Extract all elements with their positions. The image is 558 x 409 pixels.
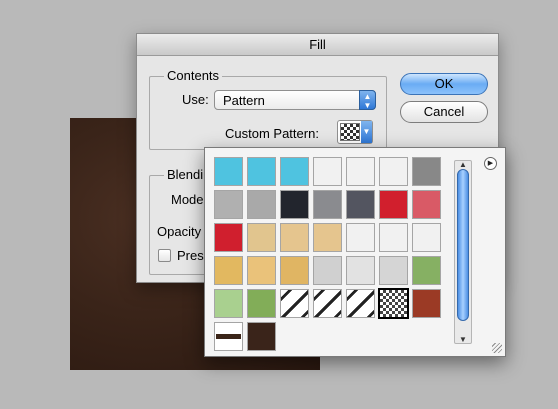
pattern-swatch[interactable] xyxy=(247,190,276,219)
pattern-swatch[interactable] xyxy=(247,322,276,351)
pattern-swatch[interactable] xyxy=(412,256,441,285)
pattern-swatch[interactable] xyxy=(346,256,375,285)
scroll-up-icon[interactable]: ▲ xyxy=(459,160,467,169)
pattern-swatch[interactable] xyxy=(247,157,276,186)
pattern-swatch[interactable] xyxy=(214,289,243,318)
pattern-preview xyxy=(340,123,360,141)
pattern-swatch[interactable] xyxy=(412,289,441,318)
pattern-swatch[interactable] xyxy=(313,256,342,285)
pattern-swatch[interactable] xyxy=(214,256,243,285)
pattern-swatch[interactable] xyxy=(313,190,342,219)
resize-grip-icon[interactable] xyxy=(492,343,502,353)
pattern-swatch[interactable] xyxy=(379,190,408,219)
pattern-swatch[interactable] xyxy=(346,223,375,252)
scroll-down-icon[interactable]: ▼ xyxy=(459,335,467,344)
pattern-swatch[interactable] xyxy=(214,223,243,252)
opacity-label: Opacity xyxy=(157,224,202,239)
pattern-swatch[interactable] xyxy=(214,157,243,186)
pattern-swatch[interactable] xyxy=(379,256,408,285)
custom-pattern-label: Custom Pattern: xyxy=(225,126,319,141)
pattern-swatch[interactable] xyxy=(280,223,309,252)
pattern-swatch[interactable] xyxy=(346,157,375,186)
pattern-swatch[interactable] xyxy=(313,157,342,186)
pattern-swatch[interactable] xyxy=(379,223,408,252)
pattern-swatch[interactable] xyxy=(247,256,276,285)
select-arrows-icon: ▲ ▼ xyxy=(359,90,376,110)
pattern-swatch[interactable] xyxy=(247,223,276,252)
pattern-swatch[interactable] xyxy=(280,157,309,186)
pattern-swatch[interactable] xyxy=(214,190,243,219)
pattern-swatch[interactable] xyxy=(313,223,342,252)
pattern-swatch[interactable] xyxy=(378,288,409,319)
pattern-swatch[interactable] xyxy=(280,256,309,285)
pattern-swatch[interactable] xyxy=(412,190,441,219)
pattern-swatch[interactable] xyxy=(346,289,375,318)
pattern-swatch[interactable] xyxy=(346,190,375,219)
ok-button[interactable]: OK xyxy=(400,73,488,95)
pattern-swatch[interactable] xyxy=(412,223,441,252)
pattern-swatch[interactable] xyxy=(280,289,309,318)
pattern-swatch[interactable] xyxy=(313,289,342,318)
pattern-swatch[interactable] xyxy=(280,190,309,219)
panel-menu-icon[interactable]: ▶ xyxy=(484,157,497,170)
pattern-picker-popup: ▲ ▼ ▶ xyxy=(204,147,506,357)
mode-label: Mode xyxy=(171,192,204,207)
chevron-down-icon: ▼ xyxy=(361,121,372,143)
pattern-swatch[interactable] xyxy=(214,322,243,351)
pattern-scrollbar[interactable]: ▲ ▼ xyxy=(454,160,472,344)
pattern-swatch[interactable] xyxy=(412,157,441,186)
blending-group-title: Blendi xyxy=(164,167,207,182)
cancel-button[interactable]: Cancel xyxy=(400,101,488,123)
contents-group-title: Contents xyxy=(164,68,223,83)
scrollbar-thumb[interactable] xyxy=(457,169,469,321)
pattern-swatch[interactable] xyxy=(247,289,276,318)
use-label: Use: xyxy=(182,92,209,107)
pattern-swatch[interactable] xyxy=(379,157,408,186)
custom-pattern-picker[interactable]: ▼ xyxy=(337,120,373,144)
use-select[interactable]: Pattern ▲ ▼ xyxy=(214,90,376,110)
use-select-value: Pattern xyxy=(223,93,265,108)
dialog-title: Fill xyxy=(137,34,498,56)
preserve-transparency-checkbox[interactable] xyxy=(158,249,171,262)
